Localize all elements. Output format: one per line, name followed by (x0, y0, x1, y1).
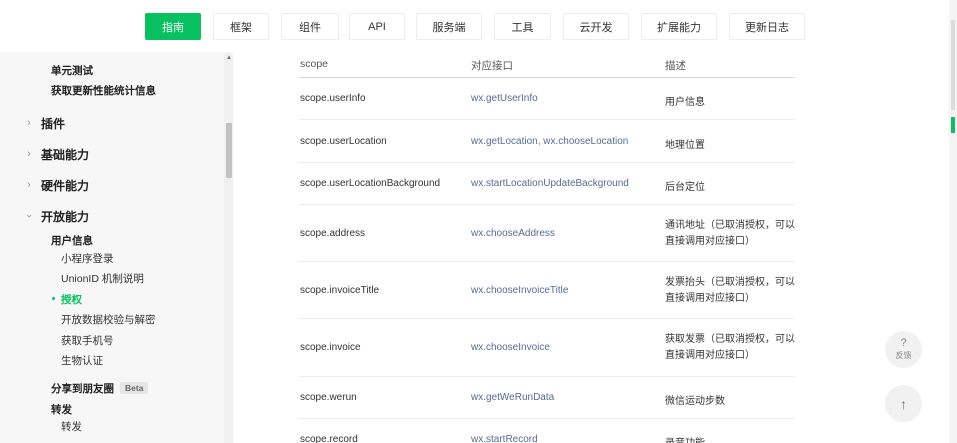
table-cell-scope: scope.werun (300, 392, 357, 403)
sidebar-item-forward-sub[interactable]: 转发 (61, 417, 82, 435)
table-cell-api-link[interactable]: wx.getUserInfo (471, 93, 538, 104)
nav-tab-changelog[interactable]: 更新日志 (729, 13, 805, 40)
table-row-divider (299, 261, 795, 262)
sidebar-item-label: 开放能力 (41, 209, 90, 224)
table-cell-api-link[interactable]: wx.chooseAddress (471, 228, 555, 239)
nav-tab-api[interactable]: API (349, 13, 405, 40)
table-cell-api-link[interactable]: wx.chooseInvoice (471, 342, 550, 353)
nav-tab-cloud[interactable]: 云开发 (563, 13, 629, 40)
sidebar-item-label: 单元测试 (51, 64, 93, 77)
table-cell-scope: scope.invoice (300, 342, 361, 353)
nav-tab-extensions[interactable]: 扩展能力 (641, 13, 717, 40)
sidebar-item-label: 插件 (41, 116, 66, 131)
sidebar-item-login[interactable]: 小程序登录 (61, 249, 114, 267)
sidebar-scrollbar-thumb[interactable] (226, 123, 232, 178)
table-row-divider (299, 418, 795, 419)
table-cell-scope: scope.invoiceTitle (300, 285, 380, 296)
sidebar-item-open[interactable]: 开放能力 (41, 207, 89, 225)
nav-tab-tools[interactable]: 工具 (494, 13, 551, 40)
sidebar-item-forward[interactable]: 转发 (51, 400, 72, 418)
sidebar-item-label: 用户信息 (51, 234, 93, 247)
sidebar-item-label: 分享到朋友圈 (51, 382, 114, 395)
sidebar-item-biometric[interactable]: 生物认证 (61, 351, 103, 369)
feedback-label: 反馈 (895, 351, 912, 360)
table-cell-desc: 微信运动步数 (665, 396, 725, 407)
table-cell-scope: scope.userLocationBackground (300, 178, 441, 189)
sidebar-item-label: 生物认证 (61, 354, 103, 367)
table-row-divider (299, 204, 795, 205)
back-to-top-button[interactable]: ↑ (885, 385, 922, 422)
nav-tab-framework[interactable]: 框架 (213, 13, 269, 40)
table-row-divider (299, 376, 795, 377)
beta-badge: Beta (120, 382, 149, 394)
sidebar-item-label: 获取手机号 (61, 334, 114, 347)
main-content: scope 对应接口 描述 scope.userInfo wx.getUserI… (233, 52, 949, 443)
sidebar-item-unit-test[interactable]: 单元测试 (51, 61, 93, 79)
active-dot-icon (52, 297, 55, 300)
sidebar-item-label: 基础能力 (41, 147, 90, 162)
sidebar-item-plugins[interactable]: 插件 (41, 114, 65, 132)
scroll-up-arrow-icon[interactable]: ▲ (225, 55, 233, 61)
sidebar-item-label: 开放数据校验与解密 (61, 313, 156, 326)
chevron-down-icon: › (23, 214, 35, 218)
feedback-button[interactable]: ? 反馈 (885, 331, 922, 368)
sidebar-item-data-verify[interactable]: 开放数据校验与解密 (61, 310, 156, 328)
sidebar-item-label: 小程序登录 (61, 252, 114, 265)
table-header-desc: 描述 (665, 60, 686, 72)
table-cell-desc: 录音功能 (665, 434, 705, 443)
table-cell-api-link[interactable]: wx.startRecord (471, 434, 538, 443)
sidebar-item-label: 转发 (51, 403, 72, 416)
sidebar-item-basic[interactable]: 基础能力 (41, 145, 89, 163)
sidebar: 单元测试 获取更新性能统计信息 › 插件 › 基础能力 › 硬件能力 › 开放能… (0, 52, 233, 443)
top-nav: 指南 框架 组件 API 服务端 工具 云开发 扩展能力 更新日志 (0, 0, 957, 52)
chevron-right-icon: › (27, 148, 31, 160)
table-cell-api-link[interactable]: wx.getWeRunData (471, 392, 554, 403)
nav-tab-server[interactable]: 服务端 (416, 13, 482, 40)
arrow-up-icon: ↑ (900, 395, 907, 412)
table-cell-scope: scope.address (300, 228, 366, 239)
chevron-right-icon: › (27, 117, 31, 129)
table-header-divider (299, 77, 795, 78)
table-cell-scope: scope.userInfo (300, 93, 366, 104)
table-cell-api-link[interactable]: wx.startLocationUpdateBackground (471, 178, 629, 189)
sidebar-item-label: 硬件能力 (41, 178, 90, 193)
page-scrollbar-thumb[interactable] (951, 117, 955, 133)
sidebar-scrollbar[interactable] (224, 52, 233, 443)
page-scrollbar-track-marker (951, 20, 955, 110)
table-cell-api-link[interactable]: wx.getLocation, wx.chooseLocation (471, 136, 628, 147)
sidebar-item-authorize[interactable]: 授权 (61, 290, 82, 308)
table-row-divider (299, 119, 795, 120)
nav-tab-components[interactable]: 组件 (281, 13, 339, 40)
question-icon: ? (900, 337, 907, 349)
table-row-divider (299, 162, 795, 163)
sidebar-item-hardware[interactable]: 硬件能力 (41, 176, 89, 194)
table-cell-desc: 地理位置 (665, 140, 705, 151)
sidebar-item-perf-stats[interactable]: 获取更新性能统计信息 (51, 81, 156, 99)
sidebar-item-unionid[interactable]: UnionID 机制说明 (61, 269, 144, 287)
table-cell-scope: scope.record (300, 434, 358, 443)
table-cell-scope: scope.userLocation (300, 136, 387, 147)
table-header-scope: scope (300, 58, 329, 70)
sidebar-item-label: 授权 (61, 293, 82, 306)
table-cell-api-link[interactable]: wx.chooseInvoiceTitle (471, 285, 568, 296)
sidebar-item-user-info[interactable]: 用户信息 (51, 231, 93, 249)
sidebar-item-label: 转发 (61, 420, 82, 433)
sidebar-item-label: 获取更新性能统计信息 (51, 84, 156, 97)
table-header-api: 对应接口 (471, 60, 513, 72)
sidebar-item-label: UnionID 机制说明 (61, 272, 144, 285)
sidebar-item-phone[interactable]: 获取手机号 (61, 331, 114, 349)
table-cell-desc: 后台定位 (665, 182, 705, 193)
table-cell-desc: 通讯地址（已取消授权，可以直接调用对应接口） (665, 220, 795, 247)
table-cell-desc: 获取发票（已取消授权，可以直接调用对应接口） (665, 334, 795, 361)
chevron-right-icon: › (27, 179, 31, 191)
nav-tab-guide[interactable]: 指南 (145, 13, 201, 40)
table-cell-desc: 用户信息 (665, 97, 705, 108)
sidebar-item-moments[interactable]: 分享到朋友圈 Beta (51, 379, 149, 397)
table-row-divider (299, 318, 795, 319)
table-cell-desc: 发票抬头（已取消授权，可以直接调用对应接口） (665, 277, 795, 304)
